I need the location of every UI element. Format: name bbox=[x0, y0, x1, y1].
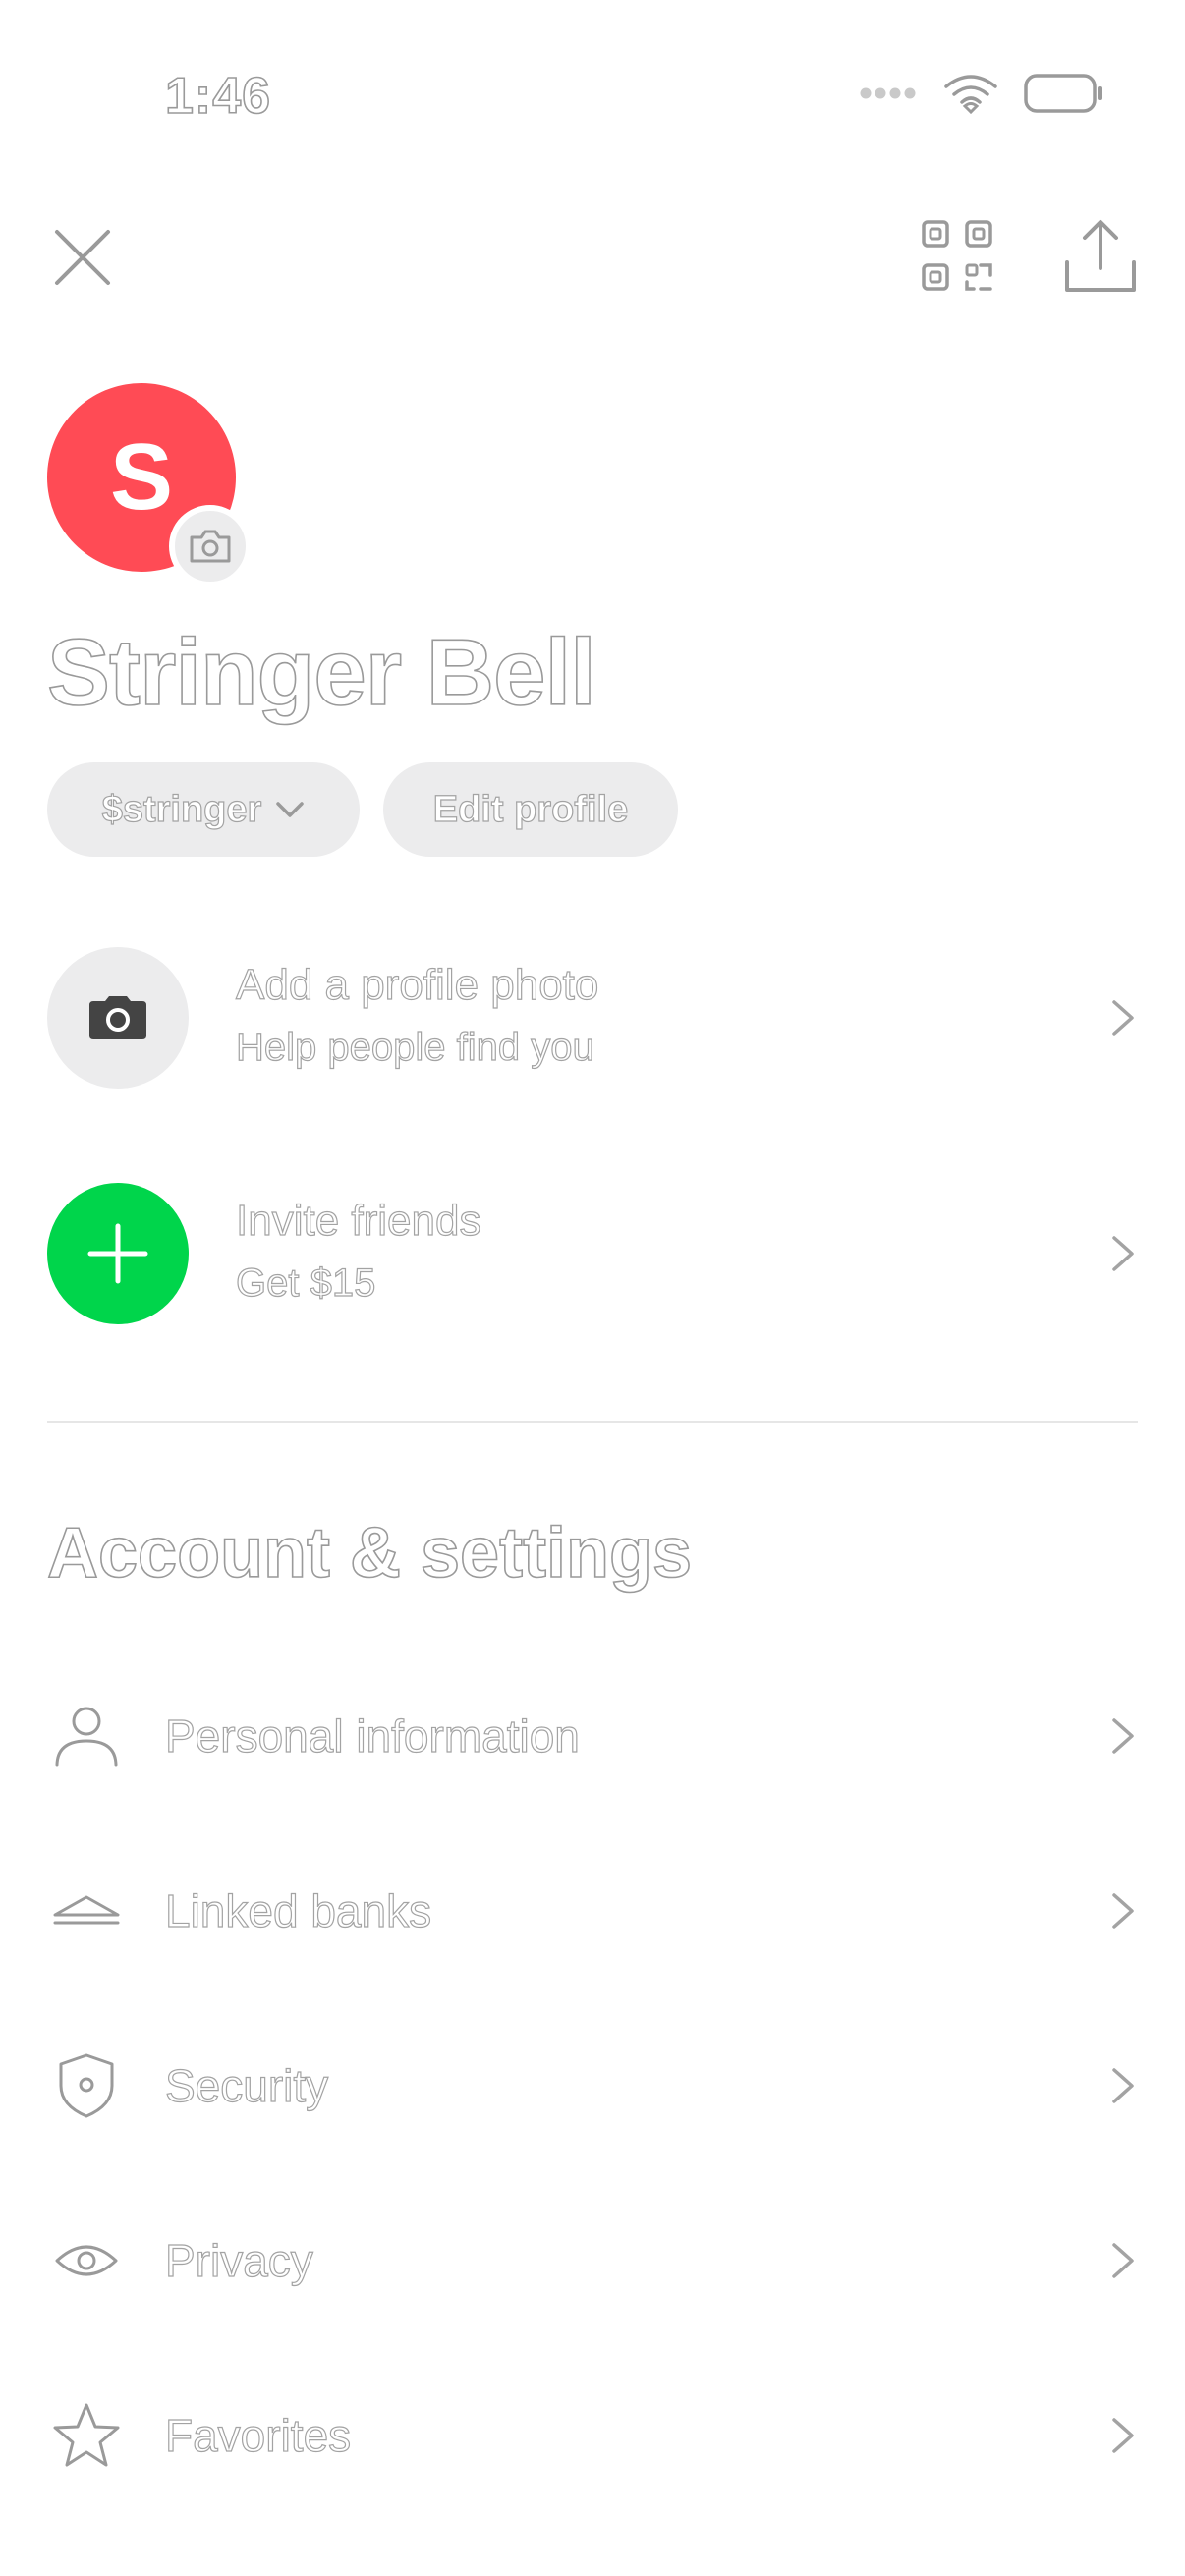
profile-screen: 1:46 S Stringer Bell $stringer Edit prof… bbox=[0, 0, 1185, 2576]
promo-subtitle: Get $15 bbox=[235, 1260, 376, 1305]
star-icon bbox=[47, 2396, 126, 2475]
chevron-right-icon bbox=[1112, 1893, 1134, 1929]
cashtag-button[interactable]: $stringer bbox=[47, 762, 360, 857]
camera-icon bbox=[89, 996, 146, 1039]
status-icons bbox=[859, 73, 1104, 114]
share-button[interactable] bbox=[1056, 212, 1145, 301]
wifi-icon bbox=[944, 75, 997, 114]
top-action-bar bbox=[0, 206, 1185, 314]
chevron-right-icon bbox=[1112, 2243, 1134, 2278]
chevron-right-icon bbox=[1112, 1718, 1134, 1754]
avatar-initial: S bbox=[109, 424, 174, 530]
profile-name: Stringer Bell bbox=[46, 619, 596, 726]
status-time: 1:46 bbox=[164, 67, 272, 126]
settings-item-label: Linked banks bbox=[164, 1884, 432, 1936]
settings-item-label: Privacy bbox=[164, 2234, 313, 2286]
edit-profile-button[interactable]: Edit profile bbox=[383, 762, 678, 857]
avatar-camera-button[interactable] bbox=[169, 505, 252, 588]
qr-code-icon bbox=[922, 220, 992, 291]
camera-icon bbox=[190, 530, 231, 563]
settings-item-linked-banks[interactable]: Linked banks bbox=[0, 1847, 1185, 1975]
battery-icon bbox=[1024, 74, 1102, 113]
promo-title: Invite friends bbox=[235, 1196, 481, 1245]
settings-item-security[interactable]: Security bbox=[0, 2022, 1185, 2150]
shield-icon bbox=[47, 2046, 126, 2125]
eye-icon bbox=[47, 2221, 126, 2300]
settings-item-privacy[interactable]: Privacy bbox=[0, 2197, 1185, 2324]
share-icon bbox=[1065, 220, 1136, 292]
settings-item-label: Favorites bbox=[164, 2409, 352, 2461]
cashtag-label: $stringer bbox=[101, 788, 262, 830]
chevron-right-icon bbox=[1112, 2068, 1134, 2103]
close-icon bbox=[55, 230, 110, 285]
chevron-right-icon bbox=[1112, 1000, 1134, 1036]
chevron-right-icon bbox=[1112, 1236, 1134, 1271]
promo-title: Add a profile photo bbox=[235, 960, 599, 1009]
add-profile-photo-row[interactable]: Add a profile photo Help people find you bbox=[0, 939, 1185, 1096]
settings-item-favorites[interactable]: Favorites bbox=[0, 2372, 1185, 2499]
promo-icon-circle bbox=[47, 1183, 189, 1324]
close-button[interactable] bbox=[43, 218, 122, 297]
plus-icon bbox=[87, 1223, 148, 1284]
promo-subtitle: Help people find you bbox=[235, 1025, 594, 1069]
promo-icon-circle bbox=[47, 947, 189, 1089]
person-icon bbox=[47, 1697, 126, 1775]
qr-code-button[interactable] bbox=[914, 212, 1002, 301]
settings-item-label: Security bbox=[164, 2059, 329, 2111]
bank-icon bbox=[47, 1872, 126, 1950]
status-bar: 1:46 bbox=[0, 0, 1185, 177]
signal-dots-icon bbox=[860, 87, 916, 99]
chevron-right-icon bbox=[1112, 2418, 1134, 2453]
section-divider bbox=[47, 1421, 1138, 1423]
settings-item-label: Personal information bbox=[164, 1709, 580, 1762]
chevron-down-icon bbox=[276, 802, 305, 817]
section-title: Account & settings bbox=[46, 1513, 693, 1594]
settings-item-personal-information[interactable]: Personal information bbox=[0, 1672, 1185, 1800]
invite-friends-row[interactable]: Invite friends Get $15 bbox=[0, 1175, 1185, 1332]
edit-profile-label: Edit profile bbox=[432, 788, 629, 830]
